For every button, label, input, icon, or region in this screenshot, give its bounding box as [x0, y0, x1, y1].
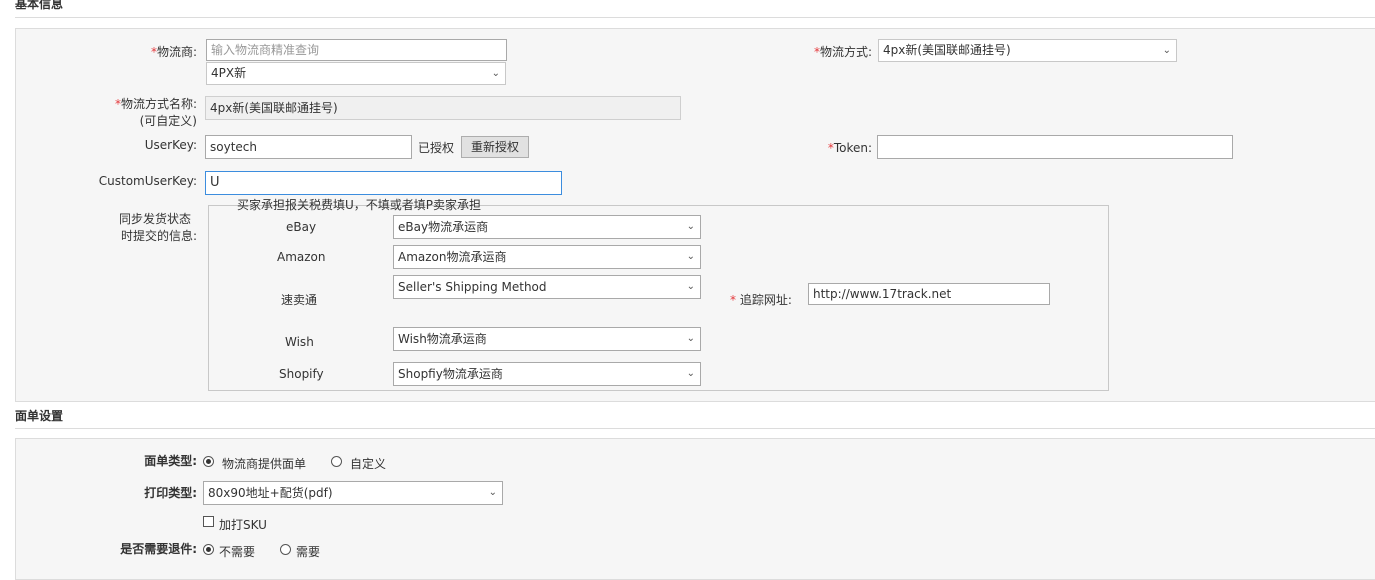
token-label: *Token: [827, 141, 872, 155]
return-needed-label: 是否需要退件: [120, 542, 197, 556]
platform-label-shopify: Shopify [279, 367, 324, 381]
return-radio-yes[interactable] [280, 544, 291, 555]
platform-label-ebay: eBay [286, 220, 317, 234]
userkey-label: UserKey: [144, 138, 197, 152]
carrier-select[interactable]: 4PX新 ⌄ [206, 62, 506, 85]
shipping-method-label: *物流方式: [813, 45, 872, 59]
custom-userkey-input[interactable]: U [205, 171, 562, 195]
return-radio-no[interactable] [203, 544, 214, 555]
chevron-down-icon: ⌄ [488, 487, 497, 498]
chevron-down-icon: ⌄ [491, 68, 500, 79]
chevron-down-icon: ⌄ [686, 281, 695, 292]
chevron-down-icon: ⌄ [686, 333, 695, 344]
platform-label-wish: Wish [285, 335, 314, 349]
platform-select-shopify[interactable]: Shopfiy物流承运商 ⌄ [393, 362, 701, 386]
userkey-input[interactable]: soytech [205, 135, 412, 159]
method-name-sublabel: (可自定义) [139, 114, 197, 128]
divider [15, 428, 1375, 429]
chevron-down-icon: ⌄ [686, 251, 695, 262]
shipping-method-select[interactable]: 4px新(美国联邮通挂号) ⌄ [878, 39, 1177, 62]
label-type-radio-custom[interactable] [331, 456, 342, 467]
token-input[interactable] [877, 135, 1233, 159]
custom-userkey-label: CustomUserKey: [98, 174, 197, 188]
sync-label-line1: 同步发货状态 [118, 212, 191, 226]
label-type-option-custom: 自定义 [350, 457, 387, 471]
auth-status-text: 已授权 [418, 141, 455, 155]
chevron-down-icon: ⌄ [1162, 45, 1171, 56]
section-title-label-settings: 面单设置 [15, 409, 64, 423]
platform-select-ebay[interactable]: eBay物流承运商 ⌄ [393, 215, 701, 239]
method-name-field[interactable]: 4px新(美国联邮通挂号) [205, 96, 681, 120]
carrier-search-input[interactable]: 输入物流商精准查询 [206, 39, 507, 61]
chevron-down-icon: ⌄ [686, 221, 695, 232]
divider [15, 17, 1375, 18]
tracking-url-input[interactable]: http://www.17track.net [808, 283, 1050, 305]
print-sku-label: 加打SKU [219, 518, 267, 532]
platform-select-wish[interactable]: Wish物流承运商 ⌄ [393, 327, 701, 351]
label-type-label: 面单类型: [144, 454, 197, 468]
method-name-label: *物流方式名称: [114, 97, 197, 111]
platform-label-aliexpress: 速卖通 [281, 293, 318, 307]
sync-label-line2: 时提交的信息: [120, 229, 197, 243]
label-type-radio-carrier[interactable] [203, 456, 214, 467]
reauthorize-button[interactable]: 重新授权 [461, 136, 529, 158]
platform-select-aliexpress[interactable]: Seller's Shipping Method ⌄ [393, 275, 701, 299]
return-option-yes: 需要 [296, 545, 321, 559]
platform-select-amazon[interactable]: Amazon物流承运商 ⌄ [393, 245, 701, 269]
return-option-no: 不需要 [219, 545, 256, 559]
platform-label-amazon: Amazon [277, 250, 326, 264]
print-type-label: 打印类型: [144, 486, 197, 500]
label-type-option-carrier: 物流商提供面单 [222, 457, 307, 471]
section-title-basic-info: 基本信息 [15, 0, 64, 11]
print-type-select[interactable]: 80x90地址+配货(pdf) ⌄ [203, 481, 503, 505]
tracking-url-label: * 追踪网址: [730, 293, 792, 307]
chevron-down-icon: ⌄ [686, 368, 695, 379]
custom-userkey-note: 买家承担报关税费填U，不填或者填P卖家承担 [237, 198, 482, 212]
print-sku-checkbox[interactable] [203, 516, 214, 527]
carrier-label: *物流商: [150, 45, 197, 59]
